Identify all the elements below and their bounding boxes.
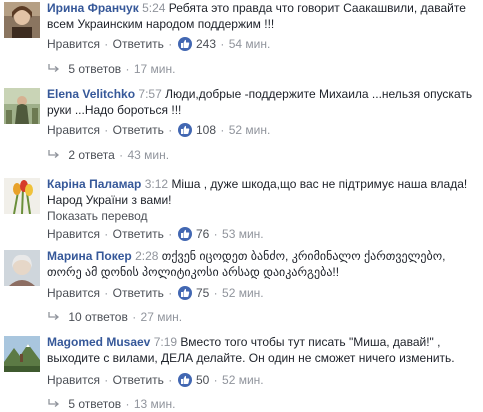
avatar[interactable] — [4, 88, 40, 124]
thumbs-up-icon[interactable] — [177, 227, 192, 241]
replies-count: 10 ответов — [68, 310, 128, 324]
replies-count: 5 ответов — [68, 62, 122, 76]
avatar-photo-icon — [4, 88, 40, 124]
comment-age[interactable]: 52 мин. — [222, 373, 264, 387]
like-button[interactable]: Нравится — [47, 373, 100, 387]
reply-arrow-icon — [48, 399, 60, 407]
comment-time[interactable]: 3:12 — [145, 177, 168, 191]
reply-button[interactable]: Ответить — [113, 227, 164, 241]
comment-age[interactable]: 52 мин. — [222, 286, 264, 300]
avatar-mountain-icon — [4, 336, 40, 372]
thumbs-up-icon[interactable] — [177, 286, 192, 300]
like-count[interactable]: 50 — [196, 373, 209, 387]
thumbs-up-icon[interactable] — [177, 373, 192, 387]
comment-author[interactable]: Марина Покер — [47, 249, 132, 263]
comment-author[interactable]: Magomed Musaev — [47, 335, 150, 349]
comment-age[interactable]: 53 мин. — [222, 227, 264, 241]
replies-count: 2 ответа — [68, 148, 115, 162]
reply-arrow-icon — [48, 150, 60, 158]
reply-button[interactable]: Ответить — [113, 37, 164, 51]
avatar-photo-icon — [4, 250, 40, 286]
like-count[interactable]: 76 — [196, 227, 209, 241]
comment-author[interactable]: Каріна Паламар — [47, 177, 141, 191]
view-replies-link[interactable]: 2 ответа · 43 мин. — [47, 147, 169, 163]
avatar[interactable] — [4, 2, 40, 38]
avatar-photo-icon — [4, 2, 40, 38]
reply-arrow-icon — [48, 64, 60, 72]
like-button[interactable]: Нравится — [47, 123, 100, 137]
comment-time[interactable]: 2:28 — [135, 249, 158, 263]
like-count[interactable]: 75 — [196, 286, 209, 300]
thumbs-up-icon[interactable] — [177, 123, 192, 137]
comment-age[interactable]: 54 мин. — [229, 37, 271, 51]
like-count[interactable]: 108 — [196, 123, 216, 137]
like-button[interactable]: Нравится — [47, 286, 100, 300]
replies-age: 43 мин. — [127, 148, 170, 162]
reply-button[interactable]: Ответить — [113, 286, 164, 300]
avatar[interactable] — [4, 336, 40, 372]
replies-age: 17 мин. — [133, 62, 176, 76]
thumbs-up-icon[interactable] — [177, 37, 192, 51]
comment-time[interactable]: 7:57 — [138, 87, 161, 101]
comment-time[interactable]: 5:24 — [142, 1, 165, 15]
show-translation-link[interactable]: Показать перевод — [47, 208, 148, 224]
avatar-flowers-icon — [4, 178, 40, 214]
reply-button[interactable]: Ответить — [113, 123, 164, 137]
like-button[interactable]: Нравится — [47, 227, 100, 241]
like-count[interactable]: 243 — [196, 37, 216, 51]
view-replies-link[interactable]: 5 ответов · 13 мин. — [47, 396, 175, 412]
avatar[interactable] — [4, 250, 40, 286]
avatar[interactable] — [4, 178, 40, 214]
comment-author[interactable]: Ирина Франчук — [47, 1, 139, 15]
reply-arrow-icon — [48, 312, 60, 320]
replies-age: 27 мин. — [140, 310, 183, 324]
view-replies-link[interactable]: 10 ответов · 27 мин. — [47, 309, 182, 325]
comment-time[interactable]: 7:19 — [154, 335, 177, 349]
view-replies-link[interactable]: 5 ответов · 17 мин. — [47, 61, 175, 77]
like-button[interactable]: Нравится — [47, 37, 100, 51]
comment-age[interactable]: 52 мин. — [229, 123, 271, 137]
reply-button[interactable]: Ответить — [113, 373, 164, 387]
comment-author[interactable]: Elena Velitchko — [47, 87, 135, 101]
